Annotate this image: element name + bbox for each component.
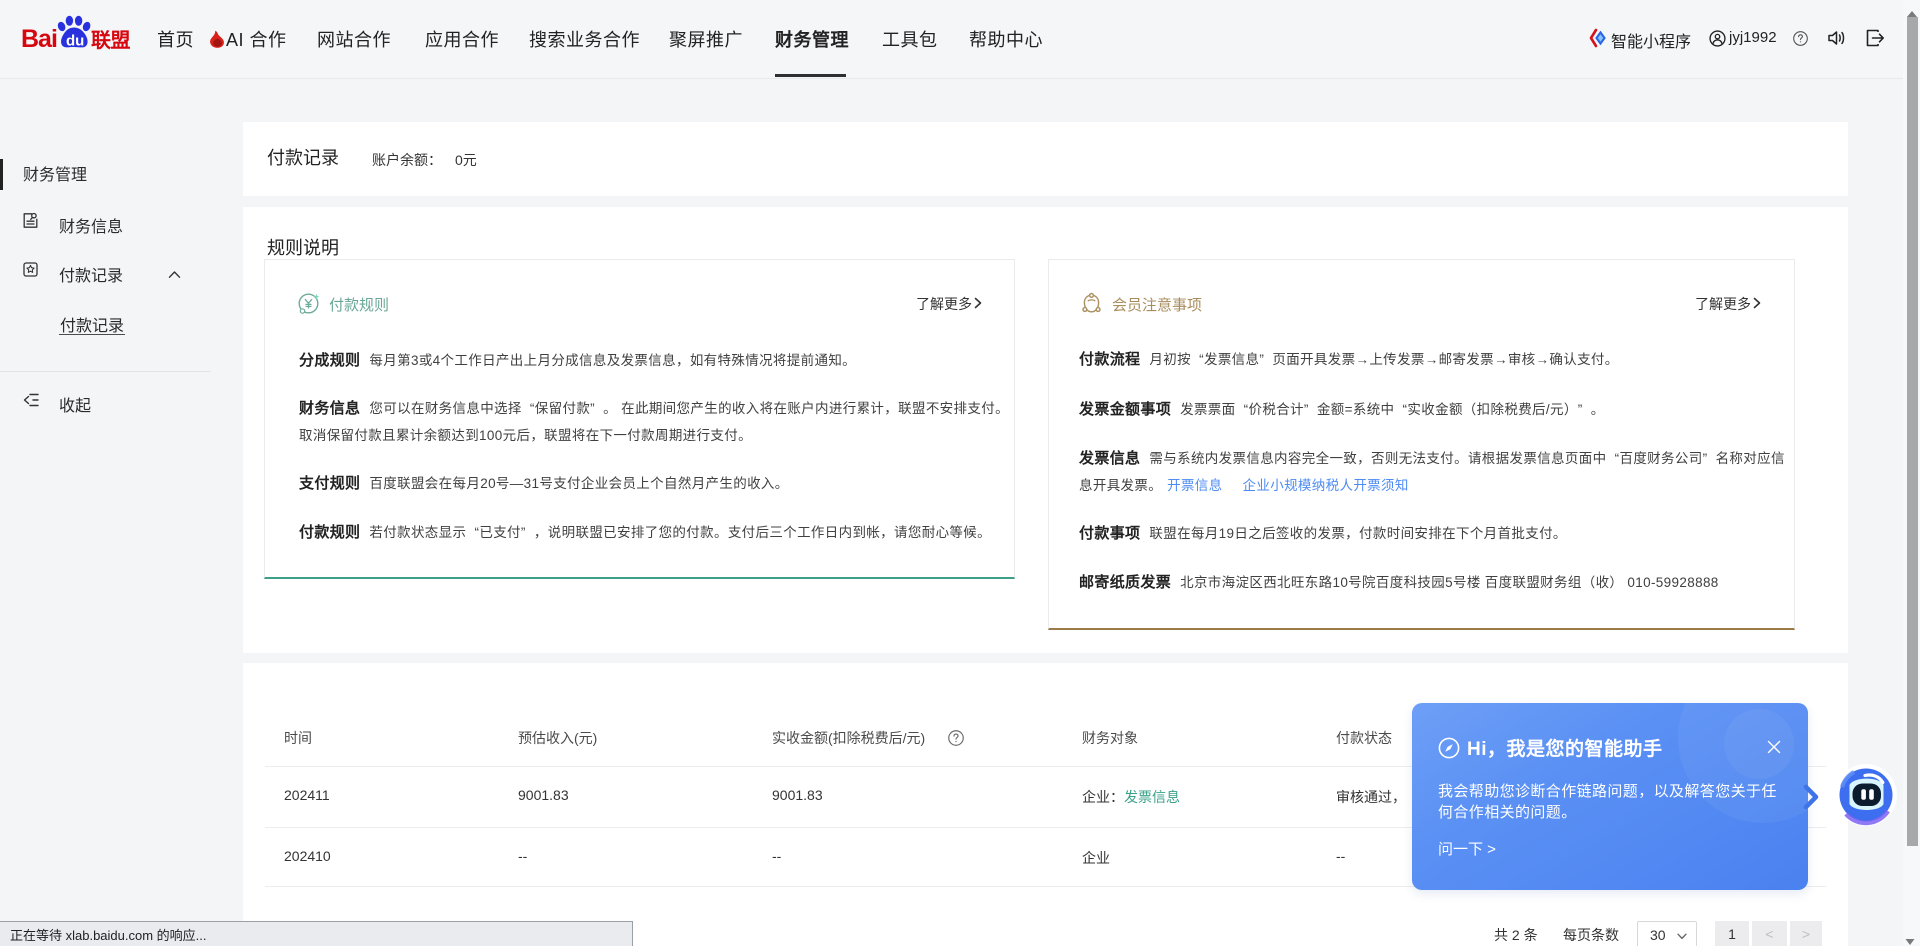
svg-text:Bai: Bai	[21, 25, 57, 52]
svg-text:du: du	[66, 33, 84, 50]
svg-text:联盟: 联盟	[91, 29, 130, 52]
